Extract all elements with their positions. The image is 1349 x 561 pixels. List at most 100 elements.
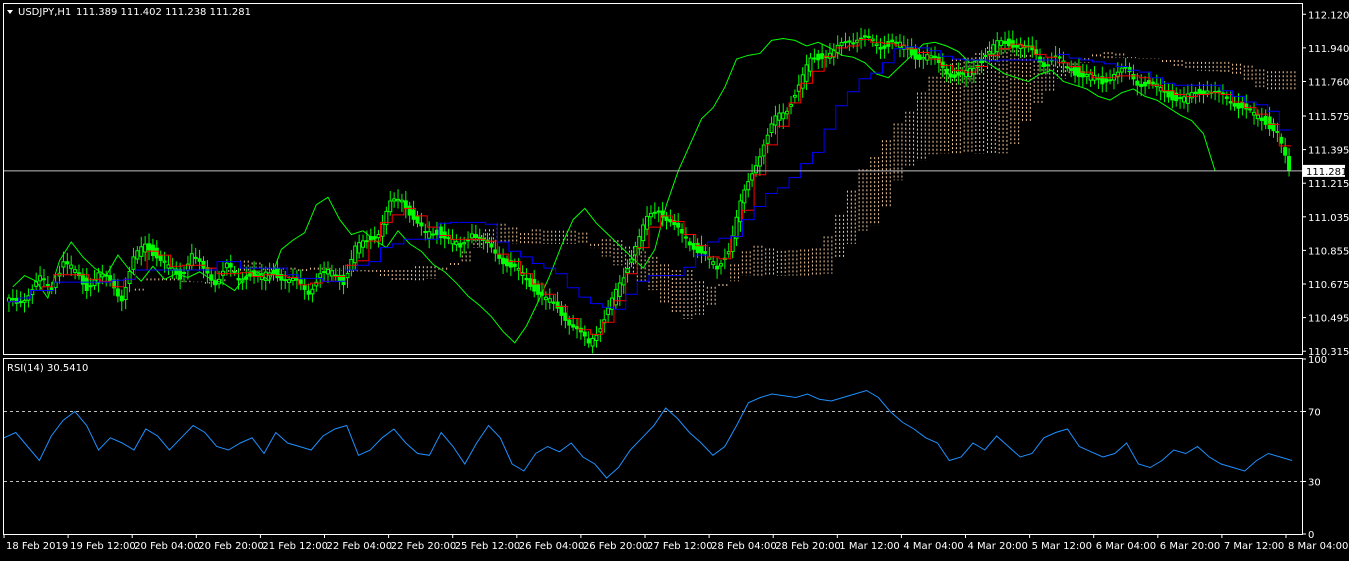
candle-body [726, 251, 731, 255]
candle-body [423, 230, 428, 233]
candle-body [652, 211, 657, 214]
candle-body [516, 267, 521, 271]
candle-body [715, 265, 720, 270]
candle-body [598, 328, 603, 333]
candle-body [874, 43, 879, 47]
chart-menu-triangle-icon[interactable] [7, 10, 13, 14]
time-tick-label: 6 Mar 04:00 [1096, 541, 1156, 552]
current-price-label: 111.281 [1306, 167, 1347, 178]
rsi-axis: 100 70 30 0 [1302, 355, 1327, 541]
candle-body [1123, 66, 1128, 69]
candle-body [10, 298, 15, 301]
time-tick-label: 28 Feb 04:00 [711, 541, 777, 552]
time-tick-label: 26 Feb 20:00 [583, 541, 649, 552]
candle-body [940, 61, 945, 68]
candle-body [1263, 115, 1268, 125]
candle-body [1065, 66, 1070, 69]
candle-body [878, 46, 883, 50]
candle-body [683, 236, 688, 239]
time-tick-label: 4 Mar 20:00 [968, 541, 1028, 552]
candle-body [1236, 102, 1241, 109]
candle-body [38, 275, 43, 282]
time-tick-label: 6 Mar 20:00 [1160, 541, 1220, 552]
rsi-tick-label: 70 [1308, 408, 1321, 419]
candles[interactable] [6, 27, 1292, 354]
price-tick-label: 111.215 [1308, 179, 1349, 190]
price-tick-label: 110.855 [1308, 246, 1349, 257]
candle-body [427, 231, 432, 239]
candle-body [399, 199, 404, 203]
time-tick-label: 21 Feb 12:00 [262, 541, 328, 552]
candle-body [703, 251, 708, 255]
candle-body [18, 301, 23, 304]
candle-body [407, 205, 412, 216]
candle-body [952, 74, 957, 78]
candle-body [956, 72, 961, 76]
candle-body [228, 263, 233, 268]
price-tick-label: 110.675 [1308, 280, 1349, 291]
candle-body [613, 288, 618, 306]
candle-body [466, 239, 471, 242]
candle-body [80, 273, 85, 285]
candle-body [789, 103, 794, 107]
price-tick-label: 111.575 [1308, 112, 1349, 123]
time-tick-label: 18 Feb 2019 [6, 541, 68, 552]
candle-body [434, 229, 439, 236]
candle-body [1003, 40, 1008, 44]
candle-body [695, 242, 700, 254]
candle-body [1088, 73, 1093, 81]
candle-body [1259, 117, 1264, 122]
time-axis: 18 Feb 2019 19 Feb 12:0020 Feb 04:0020 Fe… [3, 534, 1348, 552]
candle-body [143, 243, 148, 253]
candle-body [1006, 38, 1011, 47]
candle-body [680, 228, 685, 234]
candle-body [306, 290, 311, 295]
candle-body [664, 216, 669, 221]
candle-body [150, 244, 155, 256]
candle-body [294, 278, 299, 281]
candle-body [983, 54, 988, 57]
candle-body [1178, 97, 1183, 100]
candle-body [162, 260, 167, 263]
candle-body [1014, 45, 1019, 48]
candle-body [1283, 147, 1288, 156]
candle-body [1267, 116, 1272, 130]
chart-window[interactable]: 111.281 112.120 111.940 111.760 111.575 111.… [0, 0, 1349, 557]
rsi-tick-label: 100 [1308, 355, 1327, 366]
candle-body [123, 287, 128, 301]
candle-body [73, 269, 78, 273]
candle-body [65, 261, 70, 265]
candle-body [1185, 93, 1190, 104]
candle-body [92, 279, 97, 286]
time-tick-label: 20 Feb 04:00 [134, 541, 200, 552]
candle-body [754, 165, 758, 174]
time-tick-label: 20 Feb 20:00 [198, 541, 264, 552]
candle-body [135, 250, 140, 260]
candle-body [637, 236, 642, 250]
candle-body [575, 326, 580, 330]
candle-body [773, 115, 778, 126]
candle-body [1104, 78, 1109, 83]
candle-body [232, 270, 237, 273]
candle-body [345, 272, 350, 279]
candle-body [606, 307, 611, 316]
candle-body [1205, 90, 1210, 94]
candle-body [1197, 88, 1202, 94]
candle-body [691, 242, 696, 250]
candle-body [322, 271, 327, 274]
price-tick-label: 111.940 [1308, 44, 1349, 55]
candle-body [1170, 90, 1175, 101]
candle-body [757, 156, 762, 167]
candle-body [364, 240, 369, 243]
candle-body [388, 200, 393, 213]
candle-body [326, 269, 330, 275]
candle-body [357, 242, 362, 254]
candle-body [742, 189, 747, 204]
candle-body [582, 331, 587, 337]
candle-body [827, 52, 832, 59]
candle-body [1108, 79, 1113, 82]
candle-body [290, 277, 295, 282]
candle-body [477, 236, 482, 239]
candle-body [730, 235, 735, 252]
candle-body [139, 246, 144, 257]
